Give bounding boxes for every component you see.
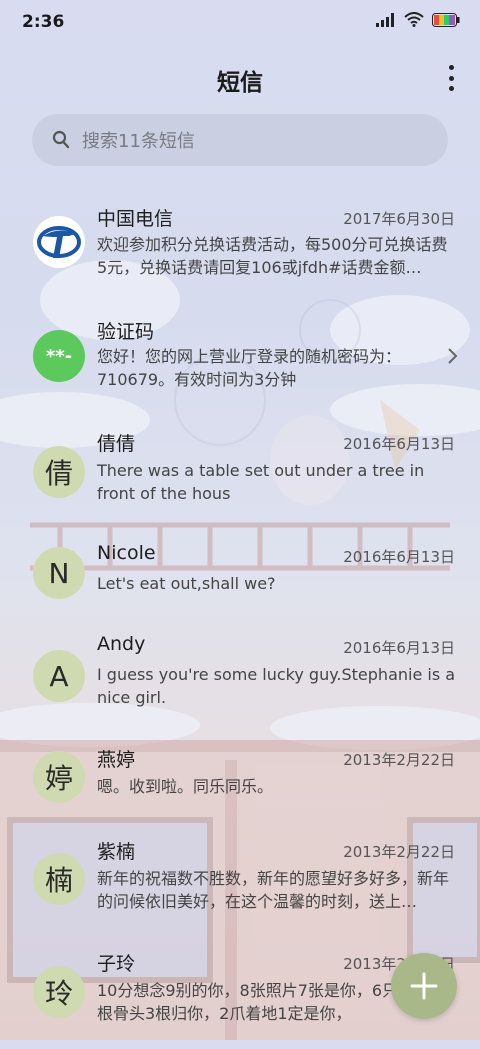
thread-item[interactable]: **- 验证码 您好！您的网上营业厅登录的随机密码为：710679。有效时间为3… [0, 304, 480, 418]
sender-name: 子玲 [97, 953, 136, 975]
search-icon [52, 130, 70, 149]
thread-list: 中国电信 2017年6月30日 欢迎参加积分兑换话费活动，每500分可兑换话费5… [0, 190, 480, 1049]
status-time: 2:36 [22, 12, 65, 32]
avatar-text: 婷 [44, 762, 73, 795]
sender-name: Andy [97, 633, 146, 655]
thread-item[interactable]: A Andy 2016年6月13日 I guess you're some lu… [0, 622, 480, 735]
new-message-button[interactable] [391, 953, 457, 1019]
message-preview: 您好！您的网上营业厅登录的随机密码为：710679。有效时间为3分钟 [97, 347, 402, 389]
avatar-text: 楠 [44, 864, 73, 897]
thread-date: 2016年6月13日 [343, 435, 455, 453]
sender-name: 倩倩 [97, 433, 136, 455]
message-preview: 嗯。收到啦。同乐同乐。 [97, 777, 274, 796]
battery-icon [432, 12, 460, 27]
chevron-right-icon [448, 348, 458, 364]
sender-name: Nicole [97, 542, 156, 564]
sender-name: 紫楠 [97, 841, 136, 863]
signal-icon [376, 12, 394, 27]
thread-date: 2016年6月13日 [343, 548, 455, 566]
avatar [33, 216, 85, 268]
search-input[interactable] [80, 114, 424, 168]
telecom-logo-icon [33, 216, 85, 268]
avatar: A [33, 650, 85, 702]
avatar-text: A [49, 659, 69, 693]
thread-date: 2013年2月22日 [343, 751, 455, 769]
status-icons [376, 12, 460, 27]
sender-name: 燕婷 [97, 749, 136, 771]
thread-item[interactable]: 倩 倩倩 2016年6月13日 There was a table set ou… [0, 418, 480, 531]
message-preview: 新年的祝福数不胜数，新年的愿望好多好多，新年的问候依旧美好，在这个温馨的时刻，送… [97, 869, 450, 911]
message-preview: I guess you're some lucky guy.Stephanie … [97, 665, 456, 707]
plus-icon [410, 972, 438, 1000]
avatar-text: 倩 [44, 457, 73, 490]
sender-name: 中国电信 [97, 208, 174, 230]
more-options-button[interactable] [444, 65, 458, 91]
page-title: 短信 [217, 70, 263, 96]
avatar: 玲 [33, 966, 85, 1018]
search-bar[interactable] [32, 114, 448, 168]
thread-date: 2016年6月13日 [343, 639, 455, 657]
thread-date: 2013年2月22日 [343, 843, 455, 861]
avatar-text: **- [45, 345, 73, 367]
header: 短信 [0, 55, 480, 105]
message-preview: 欢迎参加积分兑换话费活动，每500分可兑换话费5元，兑换话费请回复106或jfd… [97, 235, 448, 277]
message-preview: Let's eat out,shall we? [97, 574, 276, 593]
wifi-icon [404, 12, 424, 27]
avatar: 婷 [33, 751, 85, 803]
thread-item[interactable]: 婷 燕婷 2013年2月22日 嗯。收到啦。同乐同乐。 [0, 735, 480, 826]
status-bar: 2:36 [0, 0, 480, 44]
thread-item[interactable]: 楠 紫楠 2013年2月22日 新年的祝福数不胜数，新年的愿望好多好多，新年的问… [0, 826, 480, 939]
thread-item[interactable]: 中国电信 2017年6月30日 欢迎参加积分兑换话费活动，每500分可兑换话费5… [0, 190, 480, 304]
more-dot-icon [448, 65, 454, 70]
thread-item[interactable]: N Nicole 2016年6月13日 Let's eat out,shall … [0, 531, 480, 622]
more-dot-icon [448, 75, 454, 81]
message-preview: There was a table set out under a tree i… [97, 461, 425, 503]
avatar: **- [33, 330, 85, 382]
avatar: 倩 [33, 446, 85, 498]
avatar-text: N [48, 556, 70, 590]
avatar: 楠 [33, 853, 85, 905]
sender-name: 验证码 [97, 321, 155, 343]
avatar-text: 玲 [44, 977, 73, 1010]
more-dot-icon [448, 86, 454, 91]
thread-date: 2017年6月30日 [343, 210, 455, 228]
avatar: N [33, 547, 85, 599]
